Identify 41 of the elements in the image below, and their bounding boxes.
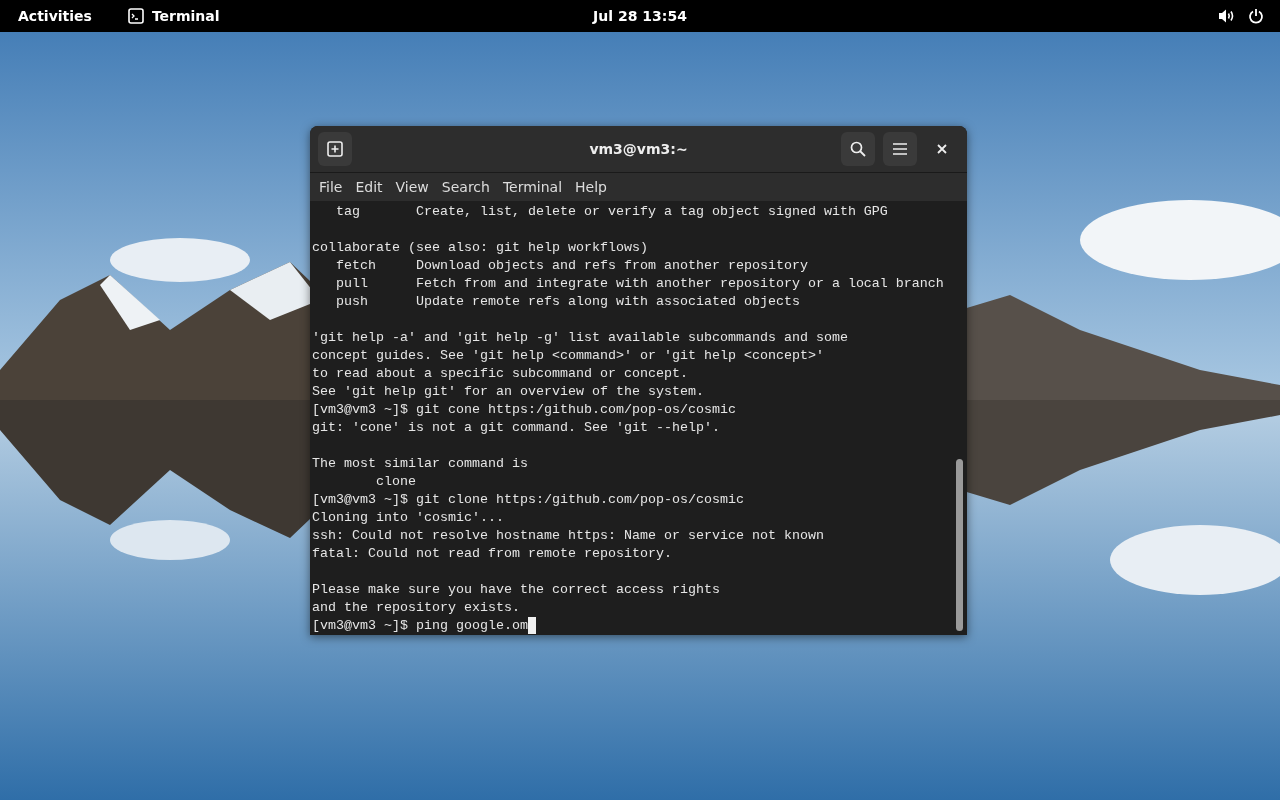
- volume-icon[interactable]: [1218, 8, 1236, 24]
- terminal-line: [vm3@vm3 ~]$ ping google.om: [312, 617, 528, 635]
- search-icon: [850, 141, 866, 157]
- terminal-line: fatal: Could not read from remote repository.: [312, 545, 672, 563]
- terminal-line: 'git help -a' and 'git help -g' list available subcommands and some: [312, 329, 848, 347]
- terminal-line: tag Create, list, delete or verify a tag object signed with GPG: [335, 203, 888, 221]
- menu-item[interactable]: View: [394, 179, 435, 195]
- app-menu[interactable]: Terminal: [127, 8, 220, 24]
- terminal-line: See 'git help git' for an overview of the system.: [312, 383, 704, 401]
- terminal-line: concept guides. See 'git help <command>' or 'git help <concept>': [312, 347, 824, 365]
- terminal-line: to read about a specific subcommand or concept.: [312, 365, 688, 383]
- terminal-line: collaborate (see also: git help workflows): [312, 239, 648, 257]
- menu-icon: [892, 141, 908, 157]
- menu-item[interactable]: Help: [574, 179, 613, 195]
- terminal-line: git: 'cone' is not a git command. See 'git --help'.: [312, 419, 720, 437]
- search-button[interactable]: [841, 132, 875, 166]
- menu-item[interactable]: Edit: [354, 179, 389, 195]
- power-icon[interactable]: [1248, 8, 1264, 24]
- terminal-line: Please make sure you have the correct access rights: [312, 581, 720, 599]
- terminal-line: The most similar command is: [312, 455, 528, 473]
- window-title: vm3@vm3:~: [589, 141, 688, 157]
- terminal-line: and the repository exists.: [312, 599, 520, 617]
- terminal-line: fetch Download objects and refs from another repository: [335, 257, 808, 275]
- terminal-line: [vm3@vm3 ~]$ git cone https:/github.com/pop-os/cosmic: [312, 401, 736, 419]
- clock[interactable]: Jul 28 13:54: [593, 8, 687, 24]
- activities-button[interactable]: Activities: [18, 8, 92, 24]
- plus-square-icon: [327, 141, 343, 157]
- new-tab-button[interactable]: [318, 132, 352, 166]
- terminal-line: ssh: Could not resolve hostname https: Name or service not known: [312, 527, 824, 545]
- menu-button[interactable]: [883, 132, 917, 166]
- terminal-line: [vm3@vm3 ~]$ git clone https:/github.com/pop-os/cosmic: [312, 491, 744, 509]
- menu-item[interactable]: File: [318, 179, 349, 195]
- terminal-line: clone: [375, 473, 416, 491]
- terminal-icon: [127, 8, 144, 24]
- terminal-line: Cloning into 'cosmic'...: [312, 509, 504, 527]
- terminal-line: pull Fetch from and integrate with another repository or a local branch: [335, 275, 944, 293]
- menu-item[interactable]: Search: [440, 179, 496, 195]
- terminal-line: push Update remote refs along with associated objects: [335, 293, 800, 311]
- close-icon: [937, 144, 947, 154]
- menu-item[interactable]: Terminal: [501, 179, 569, 195]
- scrollbar-thumb[interactable]: [956, 459, 963, 631]
